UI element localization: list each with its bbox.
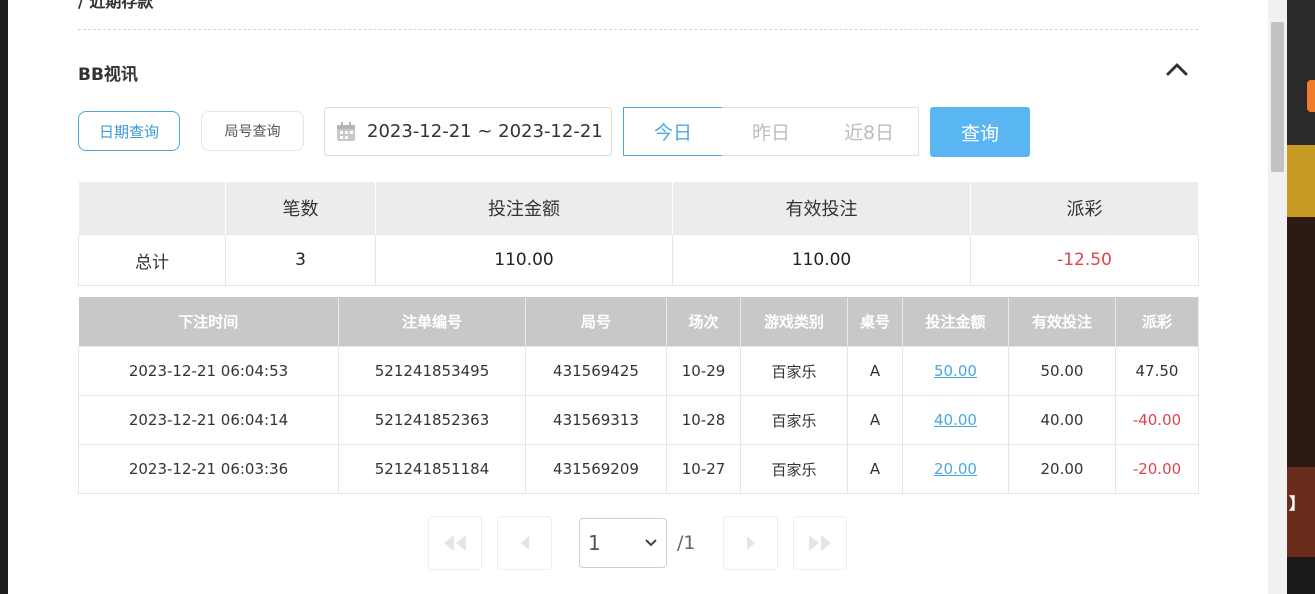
summary-payout: -12.50 [970, 234, 1199, 286]
session: 10-29 [666, 346, 741, 396]
bet-time: 2023-12-21 06:04:53 [78, 346, 339, 396]
payout: 47.50 [1115, 346, 1199, 396]
summary-header-bet-amount: 投注金额 [375, 182, 673, 235]
header-session: 场次 [666, 297, 741, 347]
double-left-arrow-icon [444, 535, 466, 551]
summary-header-count: 笔数 [225, 182, 376, 235]
background-left [0, 0, 8, 594]
round-number: 431569313 [525, 395, 667, 445]
summary-header-empty [78, 182, 226, 235]
order-number: 521241851184 [338, 444, 526, 494]
section-divider [78, 29, 1198, 30]
query-button[interactable]: 查询 [930, 107, 1030, 157]
date-range-input[interactable]: 2023-12-21 ~ 2023-12-21 [324, 107, 612, 156]
scrollbar[interactable] [1268, 0, 1287, 594]
header-bet-time: 下注时间 [78, 297, 339, 347]
today-button[interactable]: 今日 [623, 107, 723, 156]
payout: -20.00 [1115, 444, 1199, 494]
session: 10-27 [666, 444, 741, 494]
chevron-up-icon[interactable] [1164, 58, 1190, 80]
table-number: A [847, 444, 903, 494]
bet-time: 2023-12-21 06:03:36 [78, 444, 339, 494]
table-row: 2023-12-21 06:04:14 521241852363 4315693… [78, 395, 1199, 445]
game-type: 百家乐 [740, 395, 848, 445]
bet-amount-cell: 40.00 [902, 395, 1009, 445]
calendar-icon [337, 121, 355, 141]
summary-count: 3 [225, 234, 376, 286]
valid-bet: 50.00 [1008, 346, 1116, 396]
total-pages: /1 [677, 532, 696, 554]
summary-table: 笔数 投注金额 有效投注 派彩 总计 3 110.00 110.00 -12.5… [78, 182, 1199, 286]
summary-bet-amount: 110.00 [375, 234, 673, 286]
prev-page-button[interactable] [497, 516, 552, 570]
current-page: 1 [588, 531, 601, 555]
date-range-value: 2023-12-21 ~ 2023-12-21 [367, 121, 603, 142]
bet-amount-cell: 50.00 [902, 346, 1009, 396]
detail-header-row: 下注时间 注单编号 局号 场次 游戏类别 桌号 投注金额 有效投注 派彩 [78, 297, 1199, 347]
session: 10-28 [666, 395, 741, 445]
header-order-number: 注单编号 [338, 297, 526, 347]
bet-amount-link[interactable]: 40.00 [934, 411, 977, 429]
order-number: 521241853495 [338, 346, 526, 396]
table-row: 2023-12-21 06:04:53 521241853495 4315694… [78, 346, 1199, 396]
table-number: A [847, 395, 903, 445]
header-bet-amount: 投注金额 [902, 297, 1009, 347]
header-game-type: 游戏类别 [740, 297, 848, 347]
chevron-down-icon [645, 539, 657, 547]
summary-header-row: 笔数 投注金额 有效投注 派彩 [78, 182, 1199, 235]
last-8-days-button[interactable]: 近8日 [820, 107, 919, 156]
date-query-button[interactable]: 日期查询 [78, 111, 180, 151]
header-table-number: 桌号 [847, 297, 903, 347]
bet-amount-link[interactable]: 50.00 [934, 362, 977, 380]
valid-bet: 40.00 [1008, 395, 1116, 445]
summary-valid-bet: 110.00 [672, 234, 971, 286]
bet-detail-table: 下注时间 注单编号 局号 场次 游戏类别 桌号 投注金额 有效投注 派彩 202… [78, 297, 1199, 494]
bet-amount-cell: 20.00 [902, 444, 1009, 494]
right-arrow-icon [746, 536, 755, 550]
round-number: 431569209 [525, 444, 667, 494]
header-payout: 派彩 [1115, 297, 1199, 347]
table-number: A [847, 346, 903, 396]
payout: -40.00 [1115, 395, 1199, 445]
summary-total-row: 总计 3 110.00 110.00 -12.50 [78, 234, 1199, 286]
last-page-button[interactable] [793, 516, 847, 570]
valid-bet: 20.00 [1008, 444, 1116, 494]
partial-heading: / 近期存款 [78, 0, 154, 11]
game-type: 百家乐 [740, 444, 848, 494]
first-page-button[interactable] [428, 516, 482, 570]
section-title: BB视讯 [78, 65, 138, 85]
round-query-button[interactable]: 局号查询 [201, 111, 304, 151]
header-round-number: 局号 [525, 297, 667, 347]
bet-time: 2023-12-21 06:04:14 [78, 395, 339, 445]
header-valid-bet: 有效投注 [1008, 297, 1116, 347]
summary-total-label: 总计 [78, 234, 226, 286]
round-number: 431569425 [525, 346, 667, 396]
double-right-arrow-icon [809, 535, 831, 551]
next-page-button[interactable] [723, 516, 778, 570]
yesterday-button[interactable]: 昨日 [722, 107, 821, 156]
order-number: 521241852363 [338, 395, 526, 445]
background-right: 】 [1287, 0, 1315, 594]
left-arrow-icon [520, 536, 529, 550]
bet-amount-link[interactable]: 20.00 [934, 460, 977, 478]
summary-header-payout: 派彩 [970, 182, 1199, 235]
table-row: 2023-12-21 06:03:36 521241851184 4315692… [78, 444, 1199, 494]
summary-header-valid-bet: 有效投注 [672, 182, 971, 235]
game-type: 百家乐 [740, 346, 848, 396]
scroll-thumb[interactable] [1271, 22, 1284, 172]
page-select[interactable]: 1 [579, 518, 667, 568]
